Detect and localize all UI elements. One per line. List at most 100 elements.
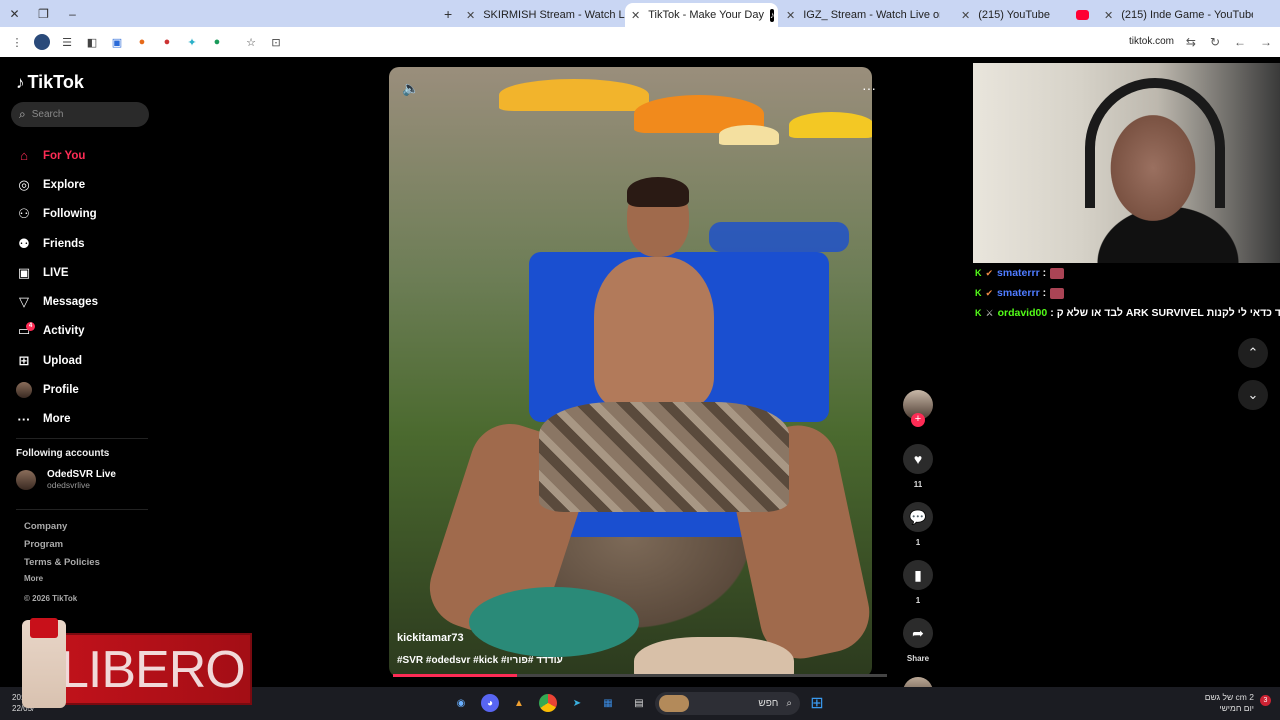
nav-item-for-you[interactable]: ⌂ For You	[16, 141, 98, 170]
nav-item-profile[interactable]: Profile	[16, 375, 98, 404]
search-input[interactable]: ⌕ Search	[11, 102, 149, 127]
account-name: OdedSVR Live	[47, 469, 116, 480]
profile-icon[interactable]	[34, 34, 50, 50]
telegram-icon[interactable]: ➤	[568, 694, 586, 712]
youtube-icon	[1076, 10, 1089, 20]
close-window-icon[interactable]: ✕	[0, 0, 29, 27]
nav-item-activity[interactable]: ▭ 4 Activity	[16, 317, 98, 346]
chat-separator: :	[1042, 287, 1047, 299]
new-tab-button[interactable]: +	[444, 6, 452, 22]
main-nav: ⌂ For You ◎ Explore ⚇ Following ⚉ Friend…	[16, 141, 98, 434]
close-tab-icon[interactable]: ✕	[631, 9, 640, 22]
bottle-cap-shape	[30, 618, 58, 638]
tab-inde-game[interactable]: ✕ (215) Inde Game - YouTube	[1098, 3, 1253, 27]
forward-icon[interactable]: ←	[1234, 35, 1246, 49]
save-button[interactable]: ▮	[903, 560, 933, 590]
creator-avatar[interactable]: +	[903, 390, 933, 427]
tiktok-logo[interactable]: ♪ TikTok	[16, 72, 84, 93]
back-icon[interactable]: →	[1260, 35, 1272, 49]
tab-title: SKIRMISH Stream - Watch Live	[483, 9, 625, 21]
reload-icon[interactable]: ↻	[1210, 35, 1220, 49]
browser-tab-bar: ✕ ❐ – + ✕ SKIRMISH Stream - Watch Live K…	[0, 0, 1280, 27]
apps-grid-icon[interactable]: ▦	[599, 694, 617, 712]
kick-icon: K	[975, 288, 982, 298]
umbrella-shape	[719, 125, 779, 145]
close-tab-icon[interactable]: ✕	[1104, 9, 1113, 22]
extension-red-icon[interactable]: ●	[159, 34, 175, 50]
weather-widget[interactable]: 2 cm של גשם יום חמישי	[1205, 692, 1254, 714]
chrome-icon[interactable]	[539, 694, 557, 712]
nav-item-explore[interactable]: ◎ Explore	[16, 170, 98, 199]
close-tab-icon[interactable]: ✕	[961, 9, 970, 22]
more-options-icon[interactable]: ···	[862, 80, 876, 96]
nav-item-following[interactable]: ⚇ Following	[16, 200, 98, 229]
volume-icon[interactable]: 🔈	[402, 80, 419, 97]
footer-terms-link[interactable]: Terms & Policies	[24, 557, 100, 568]
chat-username: ordavid00	[997, 307, 1048, 319]
nav-item-upload[interactable]: ⊞ Upload	[16, 346, 98, 375]
sponsor-brand-text: LIBERO	[60, 641, 246, 699]
video-player[interactable]	[389, 67, 872, 677]
windows-start-icon[interactable]: ⊞	[808, 694, 826, 712]
extension-green-icon[interactable]: ●	[209, 34, 225, 50]
file-explorer-icon[interactable]: ▤	[630, 694, 648, 712]
browser-toolbar: ⋮ ☰ ◧ ▣ ● ● ✦ ● ☆ ⊡ tiktok.com ⇆ ↻ ← →	[0, 27, 1280, 57]
logo-text: TikTok	[27, 72, 84, 92]
following-account-item[interactable]: OdedSVR Live odedsvrlive	[16, 469, 116, 490]
restore-window-icon[interactable]: ❐	[29, 0, 58, 27]
video-progress-bar[interactable]	[393, 674, 887, 677]
chat-message: K ✔ smaterrr :	[975, 263, 1280, 283]
translate-icon[interactable]: ⇆	[1186, 35, 1196, 49]
close-tab-icon[interactable]: ✕	[786, 9, 795, 22]
tab-skirmish[interactable]: ✕ SKIRMISH Stream - Watch Live K	[460, 3, 625, 27]
tab-title: IGZ_ Stream - Watch Live on K	[803, 9, 940, 21]
menu-dots-icon[interactable]: ⋮	[9, 34, 25, 50]
footer-program-link[interactable]: Program	[24, 539, 63, 550]
extension-cyan-icon[interactable]: ✦	[184, 34, 200, 50]
nav-label: For You	[43, 149, 86, 162]
weather-text: 2 cm של גשם	[1204, 692, 1254, 702]
extension-icon[interactable]: ☰	[59, 34, 75, 50]
close-tab-icon[interactable]: ✕	[466, 9, 475, 22]
nav-label: Upload	[43, 354, 82, 367]
bookmark-icon: ▮	[914, 566, 922, 583]
steam-icon[interactable]: ◉	[452, 694, 470, 712]
taskbar-search[interactable]: חפש ⌕	[655, 692, 800, 715]
comment-button[interactable]: 💬	[903, 502, 933, 532]
umbrella-shape	[499, 79, 649, 111]
puzzle-icon[interactable]: ◧	[84, 34, 100, 50]
share-button[interactable]: ➦	[903, 618, 933, 648]
tab-igz[interactable]: ✕ IGZ_ Stream - Watch Live on K K	[780, 3, 940, 27]
app-icon[interactable]: ▲	[510, 694, 528, 712]
notification-badge[interactable]: 3	[1260, 695, 1271, 706]
badge-check-icon: ✔	[985, 287, 994, 298]
address-bar[interactable]: tiktok.com	[1129, 36, 1174, 47]
discord-icon[interactable]: ◕	[481, 694, 499, 712]
tab-youtube[interactable]: ✕ (215) YouTube	[955, 3, 1095, 27]
video-hashtags[interactable]: #SVR #odedsvr #kick #עודדד #פוריו	[397, 655, 563, 666]
extension-orange-icon[interactable]: ●	[134, 34, 150, 50]
nav-item-messages[interactable]: ▽ Messages	[16, 287, 98, 316]
tab-search-icon[interactable]: ▣	[109, 34, 125, 50]
previous-video-button[interactable]: ⌃	[1238, 338, 1268, 368]
tab-tiktok[interactable]: ✕ TikTok - Make Your Day ♪	[625, 3, 778, 27]
blue-lounger-shape	[709, 222, 849, 252]
footer-company-link[interactable]: Company	[24, 521, 67, 532]
video-username[interactable]: kickitamar73	[397, 632, 464, 644]
nav-item-more[interactable]: ··· More	[16, 405, 98, 434]
chevron-down-icon: ⌄	[1247, 387, 1259, 402]
next-video-button[interactable]: ⌄	[1238, 380, 1268, 410]
person-torso-shape	[594, 257, 714, 407]
site-info-icon[interactable]: ⊡	[268, 34, 284, 50]
divider	[16, 438, 148, 439]
minimize-window-icon[interactable]: –	[58, 0, 87, 27]
upload-icon: ⊞	[18, 352, 30, 368]
footer-more-link[interactable]: More	[24, 574, 43, 583]
like-button[interactable]: ♥	[903, 444, 933, 474]
bookmark-star-icon[interactable]: ☆	[243, 34, 259, 50]
nav-label: Explore	[43, 178, 86, 191]
nav-item-live[interactable]: ▣ LIVE	[16, 258, 98, 287]
nav-item-friends[interactable]: ⚉ Friends	[16, 229, 98, 258]
follow-plus-icon[interactable]: +	[911, 413, 925, 427]
person-hair-shape	[627, 177, 689, 207]
